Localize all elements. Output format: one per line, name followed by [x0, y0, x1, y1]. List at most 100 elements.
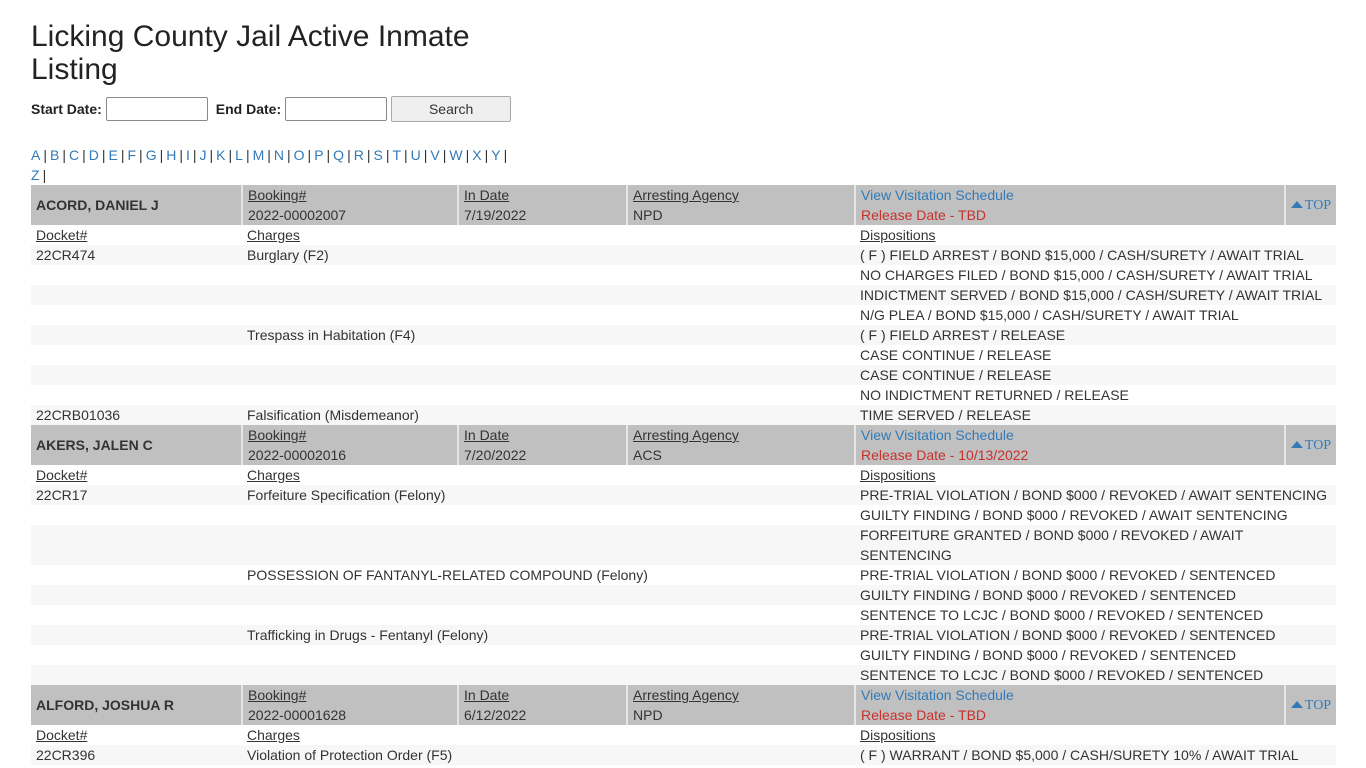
- alpha-separator: |: [42, 167, 47, 183]
- alpha-link-r[interactable]: R: [354, 147, 364, 163]
- date-search-form: Start Date: End Date: Search: [31, 96, 512, 122]
- inmate-header-row: ACORD, DANIEL J Booking# 2022-00002007 In D…: [31, 185, 1336, 225]
- start-date-input[interactable]: [105, 97, 208, 121]
- docket-cell: [31, 565, 242, 585]
- charge-row: GUILTY FINDING / BOND $000 / REVOKED / A…: [31, 505, 1336, 525]
- alpha-link-g[interactable]: G: [146, 147, 157, 163]
- docket-number: 22CRB01036: [36, 407, 121, 423]
- alpha-link-k[interactable]: K: [216, 147, 225, 163]
- alpha-link-o[interactable]: O: [294, 147, 305, 163]
- alpha-link-e[interactable]: E: [109, 147, 118, 163]
- alpha-separator: |: [366, 147, 371, 163]
- docket-cell: 22CRB01036: [31, 405, 242, 425]
- view-visitation-link[interactable]: View Visitation Schedule: [861, 187, 1014, 203]
- alpha-link-n[interactable]: N: [274, 147, 284, 163]
- booking-header[interactable]: Booking#: [248, 687, 306, 703]
- booking-header[interactable]: Booking#: [248, 427, 306, 443]
- disposition-text: ( F ) FIELD ARREST / BOND $15,000 / CASH…: [860, 247, 1304, 263]
- docket-cell: [31, 385, 242, 405]
- dispositions-header[interactable]: Dispositions: [860, 727, 935, 743]
- docket-cell: 22CR474: [31, 245, 242, 265]
- charges-header[interactable]: Charges: [247, 727, 300, 743]
- alpha-link-b[interactable]: B: [50, 147, 59, 163]
- search-button[interactable]: Search: [391, 96, 512, 122]
- charges-header-cell: Charges: [242, 725, 855, 745]
- back-to-top-link[interactable]: TOP: [1290, 438, 1331, 453]
- agency-header[interactable]: Arresting Agency: [633, 687, 739, 703]
- disposition-cell: ( F ) FIELD ARREST / BOND $15,000 / CASH…: [855, 245, 1336, 265]
- alpha-link-v[interactable]: V: [430, 147, 439, 163]
- alpha-link-d[interactable]: D: [89, 147, 99, 163]
- charge-cell: Trespass in Habitation (F4): [242, 325, 855, 345]
- alpha-link-q[interactable]: Q: [333, 147, 344, 163]
- inmate-name-cell: ACORD, DANIEL J: [31, 185, 242, 225]
- inmate-name: AKERS, JALEN C: [36, 437, 153, 453]
- docket-header[interactable]: Docket#: [36, 467, 87, 483]
- alpha-link-a[interactable]: A: [31, 147, 40, 163]
- alpha-link-y[interactable]: Y: [491, 147, 500, 163]
- alpha-link-m[interactable]: M: [253, 147, 265, 163]
- view-visitation-link[interactable]: View Visitation Schedule: [861, 427, 1014, 443]
- disposition-text: GUILTY FINDING / BOND $000 / REVOKED / S…: [860, 587, 1237, 603]
- chevron-up-icon: [1290, 201, 1303, 208]
- charge-cell: [242, 385, 855, 405]
- charge-cell: POSSESSION OF FANTANYL-RELATED COMPOUND …: [242, 565, 855, 585]
- in-date-header[interactable]: In Date: [464, 687, 509, 703]
- charge-row: CASE CONTINUE / RELEASE: [31, 365, 1336, 385]
- in-date-header[interactable]: In Date: [464, 187, 509, 203]
- docket-cell: [31, 505, 242, 525]
- agency-header[interactable]: Arresting Agency: [633, 427, 739, 443]
- in-date-value: 6/12/2022: [464, 707, 527, 723]
- end-date-label: End Date:: [215, 101, 282, 117]
- agency-header[interactable]: Arresting Agency: [633, 187, 739, 203]
- alpha-separator: |: [209, 147, 214, 163]
- in-date-header[interactable]: In Date: [464, 427, 509, 443]
- alpha-link-l[interactable]: L: [235, 147, 243, 163]
- alpha-separator: |: [404, 147, 408, 163]
- alpha-link-i[interactable]: I: [186, 147, 190, 163]
- alpha-link-x[interactable]: X: [472, 147, 481, 163]
- in-date-cell: In Date 7/20/2022: [457, 425, 627, 465]
- docket-header[interactable]: Docket#: [36, 727, 87, 743]
- dispositions-header[interactable]: Dispositions: [860, 227, 935, 243]
- alpha-link-f[interactable]: F: [127, 147, 136, 163]
- alpha-link-p[interactable]: P: [314, 147, 323, 163]
- alpha-link-z[interactable]: Z: [31, 167, 40, 183]
- alpha-separator: |: [326, 147, 331, 163]
- disposition-cell: PRE-TRIAL VIOLATION / BOND $000 / REVOKE…: [855, 485, 1336, 505]
- charge-cell: [242, 285, 855, 305]
- inmate-name-cell: AKERS, JALEN C: [31, 425, 242, 465]
- alpha-link-t[interactable]: T: [392, 147, 401, 163]
- chevron-up-icon: [1290, 701, 1303, 708]
- agency-cell: Arresting Agency ACS: [626, 425, 855, 465]
- charge-row: SENTENCE TO LCJC / BOND $000 / REVOKED /…: [31, 665, 1336, 685]
- inmate-name: ACORD, DANIEL J: [36, 197, 159, 213]
- alpha-separator: |: [228, 147, 233, 163]
- alpha-link-j[interactable]: J: [200, 147, 207, 163]
- disposition-text: PRE-TRIAL VIOLATION / BOND $000 / REVOKE…: [860, 567, 1276, 583]
- top-label: TOP: [1304, 698, 1332, 713]
- charge-text: Falsification (Misdemeanor): [247, 407, 419, 423]
- dispositions-header[interactable]: Dispositions: [860, 467, 935, 483]
- back-to-top-link[interactable]: TOP: [1290, 198, 1331, 213]
- booking-header[interactable]: Booking#: [248, 187, 306, 203]
- charge-text: Trafficking in Drugs - Fentanyl (Felony): [247, 627, 489, 643]
- alpha-link-h[interactable]: H: [166, 147, 176, 163]
- end-date-input[interactable]: [285, 97, 388, 121]
- charges-header-cell: Charges: [242, 225, 855, 245]
- in-date-value: 7/20/2022: [464, 447, 527, 463]
- back-to-top-link[interactable]: TOP: [1290, 698, 1332, 713]
- docket-number: 22CR396: [36, 747, 96, 763]
- view-visitation-link[interactable]: View Visitation Schedule: [861, 687, 1014, 703]
- docket-header[interactable]: Docket#: [36, 227, 87, 243]
- alpha-link-w[interactable]: W: [449, 147, 462, 163]
- disposition-cell: GUILTY FINDING / BOND $000 / REVOKED / A…: [855, 505, 1336, 525]
- visitation-cell: View Visitation Schedule Release Date - T…: [854, 685, 1285, 725]
- docket-cell: [31, 345, 242, 365]
- charges-header[interactable]: Charges: [247, 467, 300, 483]
- agency-value: NPD: [633, 707, 663, 723]
- alpha-link-u[interactable]: U: [411, 147, 421, 163]
- charges-header[interactable]: Charges: [247, 227, 300, 243]
- alpha-link-s[interactable]: S: [373, 147, 382, 163]
- alpha-link-c[interactable]: C: [69, 147, 79, 163]
